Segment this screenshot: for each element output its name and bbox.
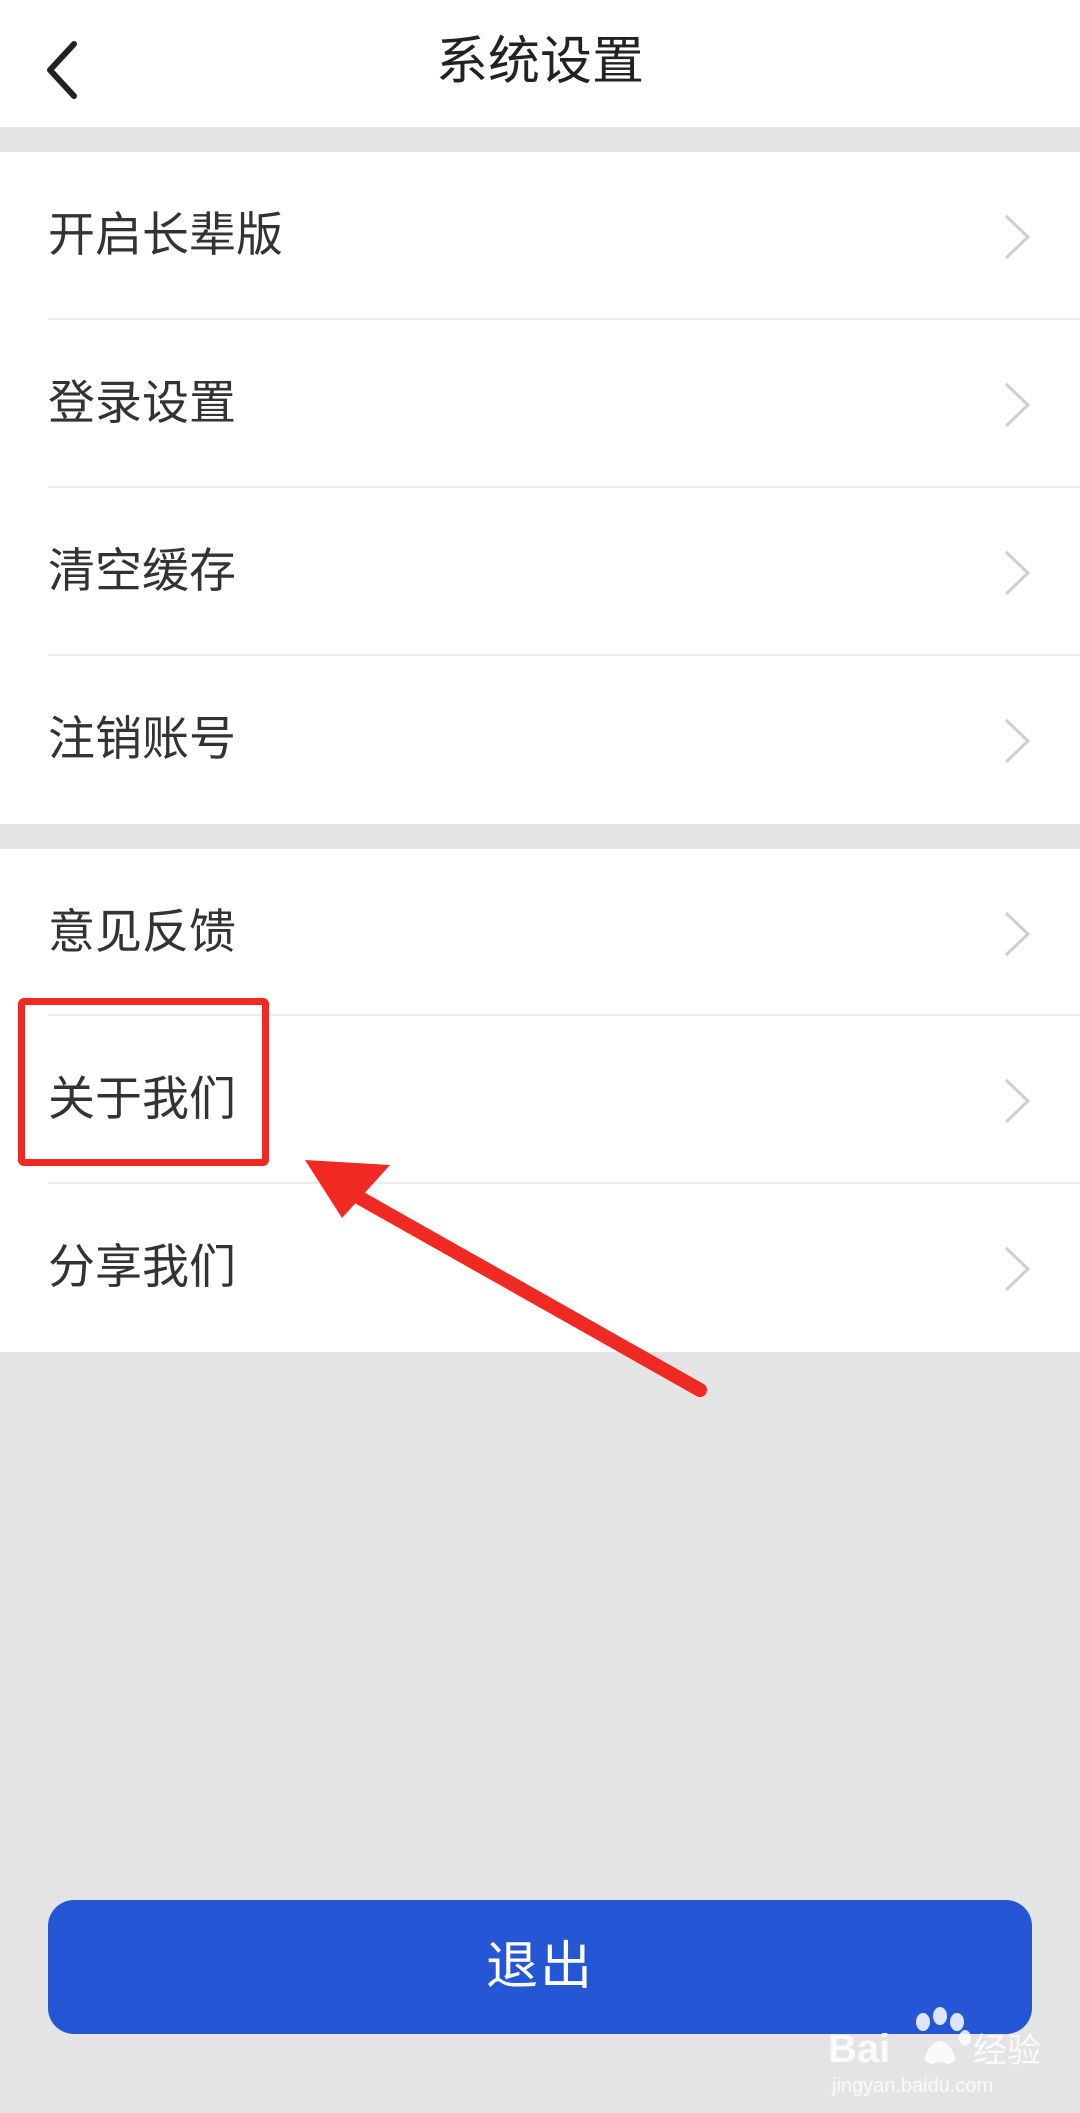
- chevron-right-icon: [1004, 550, 1031, 596]
- settings-item-label: 分享我们: [48, 1240, 236, 1295]
- chevron-right-icon: [1004, 911, 1031, 957]
- chevron-right-icon: [1004, 1246, 1031, 1292]
- settings-item-label: 开启长辈版: [48, 208, 283, 263]
- settings-group-about: 意见反馈 关于我们 分享我们: [0, 849, 1080, 1352]
- chevron-right-icon: [1004, 214, 1031, 260]
- settings-item-delete-account[interactable]: 注销账号: [0, 656, 1080, 824]
- svg-text:经验: 经验: [973, 2032, 1041, 2070]
- settings-item-login-settings[interactable]: 登录设置: [0, 320, 1080, 488]
- settings-item-clear-cache[interactable]: 清空缓存: [0, 488, 1080, 656]
- settings-item-label: 关于我们: [48, 1072, 236, 1127]
- app-header: 系统设置: [0, 0, 1080, 127]
- logout-button[interactable]: 退出: [48, 1900, 1032, 2034]
- settings-item-label: 登录设置: [48, 376, 236, 431]
- svg-text:jingyan.baidu.com: jingyan.baidu.com: [831, 2075, 993, 2097]
- page-title: 系统设置: [435, 32, 644, 92]
- settings-group-account: 开启长辈版 登录设置 清空缓存 注销账号: [0, 152, 1080, 824]
- chevron-right-icon: [1004, 1078, 1031, 1124]
- settings-item-about-us[interactable]: 关于我们: [0, 1016, 1080, 1184]
- chevron-right-icon: [1004, 718, 1031, 764]
- settings-item-label: 清空缓存: [48, 544, 236, 599]
- settings-item-label: 意见反馈: [48, 905, 236, 960]
- settings-item-elder-mode[interactable]: 开启长辈版: [0, 152, 1080, 320]
- chevron-right-icon: [1004, 382, 1031, 428]
- settings-item-share-us[interactable]: 分享我们: [0, 1184, 1080, 1352]
- settings-item-label: 注销账号: [48, 712, 236, 767]
- settings-item-feedback[interactable]: 意见反馈: [0, 849, 1080, 1016]
